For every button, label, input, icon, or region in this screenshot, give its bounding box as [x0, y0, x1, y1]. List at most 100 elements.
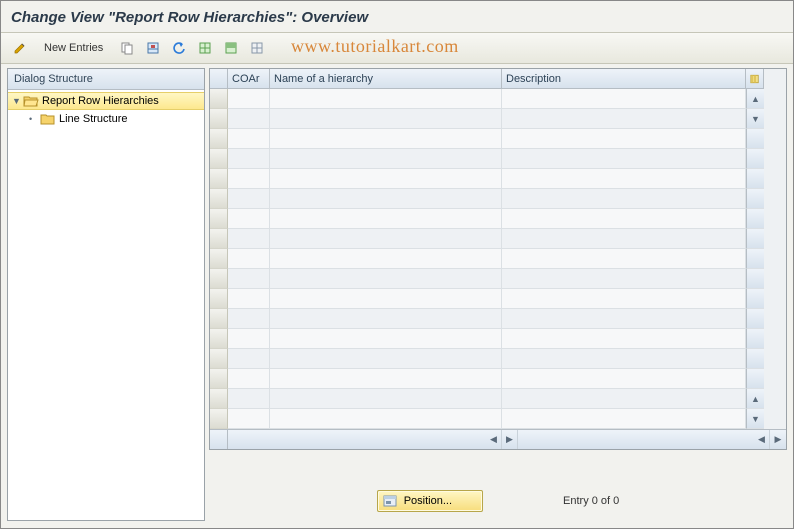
grid-cell[interactable] — [228, 289, 270, 309]
row-selector[interactable] — [210, 329, 228, 349]
grid-cell[interactable] — [228, 229, 270, 249]
grid-cell[interactable] — [502, 409, 746, 429]
row-selector[interactable] — [210, 109, 228, 129]
row-selector[interactable] — [210, 89, 228, 109]
scroll-down-icon[interactable]: ▼ — [746, 109, 764, 129]
grid-cell[interactable] — [228, 129, 270, 149]
row-selector[interactable] — [210, 189, 228, 209]
grid-cell[interactable] — [270, 209, 502, 229]
vscroll-track[interactable] — [746, 349, 764, 369]
scroll-left-icon[interactable]: ◀ — [486, 430, 502, 449]
row-selector[interactable] — [210, 269, 228, 289]
horizontal-scrollbar[interactable]: ◀ ▶ ◀ ▶ — [210, 429, 786, 449]
tree-item-line-structure[interactable]: • Line Structure — [8, 110, 204, 128]
grid-cell[interactable] — [270, 89, 502, 109]
grid-cell[interactable] — [502, 189, 746, 209]
vscroll-track[interactable] — [746, 289, 764, 309]
grid-cell[interactable] — [270, 329, 502, 349]
column-header[interactable]: COAr — [228, 69, 270, 89]
vscroll-track[interactable] — [746, 209, 764, 229]
vscroll-track[interactable] — [746, 229, 764, 249]
grid-cell[interactable] — [270, 389, 502, 409]
grid-cell[interactable] — [228, 89, 270, 109]
grid-cell[interactable] — [502, 389, 746, 409]
row-selector[interactable] — [210, 409, 228, 429]
grid-cell[interactable] — [502, 249, 746, 269]
grid-cell[interactable] — [228, 189, 270, 209]
undo-button[interactable] — [168, 37, 190, 59]
vscroll-track[interactable] — [746, 309, 764, 329]
grid-cell[interactable] — [270, 189, 502, 209]
grid-cell[interactable] — [502, 209, 746, 229]
grid-cell[interactable] — [502, 229, 746, 249]
grid-cell[interactable] — [270, 229, 502, 249]
row-selector[interactable] — [210, 309, 228, 329]
scroll-right-end-icon[interactable]: ▶ — [770, 430, 786, 449]
select-block-button[interactable] — [220, 37, 242, 59]
scroll-left-end-icon[interactable]: ◀ — [754, 430, 770, 449]
row-selector[interactable] — [210, 369, 228, 389]
vscroll-track[interactable] — [746, 329, 764, 349]
position-button[interactable]: Position... — [377, 490, 483, 512]
grid-cell[interactable] — [270, 409, 502, 429]
grid-cell[interactable] — [270, 309, 502, 329]
row-selector[interactable] — [210, 349, 228, 369]
grid-cell[interactable] — [270, 169, 502, 189]
grid-cell[interactable] — [502, 269, 746, 289]
grid-cell[interactable] — [228, 409, 270, 429]
grid-cell[interactable] — [228, 389, 270, 409]
select-all-button[interactable] — [194, 37, 216, 59]
row-selector[interactable] — [210, 129, 228, 149]
vscroll-track[interactable] — [746, 369, 764, 389]
scroll-right-icon[interactable]: ▶ — [502, 430, 518, 449]
grid-cell[interactable] — [270, 249, 502, 269]
row-selector[interactable] — [210, 289, 228, 309]
grid-cell[interactable] — [228, 309, 270, 329]
grid-cell[interactable] — [270, 149, 502, 169]
grid-cell[interactable] — [228, 269, 270, 289]
column-header[interactable]: Description — [502, 69, 746, 89]
vscroll-track[interactable] — [746, 129, 764, 149]
grid-cell[interactable] — [270, 369, 502, 389]
grid-cell[interactable] — [502, 369, 746, 389]
delete-button[interactable] — [142, 37, 164, 59]
grid-cell[interactable] — [228, 369, 270, 389]
row-selector[interactable] — [210, 229, 228, 249]
grid-cell[interactable] — [502, 309, 746, 329]
scroll-up-icon[interactable]: ▲ — [746, 89, 764, 109]
vscroll-track[interactable] — [746, 189, 764, 209]
row-selector[interactable] — [210, 169, 228, 189]
configure-columns-icon[interactable] — [746, 69, 764, 89]
grid-cell[interactable] — [502, 109, 746, 129]
grid-cell[interactable] — [502, 329, 746, 349]
scroll-up-end-icon[interactable]: ▲ — [746, 389, 764, 409]
grid-cell[interactable] — [228, 349, 270, 369]
grid-cell[interactable] — [270, 109, 502, 129]
vscroll-track[interactable] — [746, 269, 764, 289]
row-selector[interactable] — [210, 249, 228, 269]
grid-cell[interactable] — [270, 349, 502, 369]
grid-cell[interactable] — [502, 349, 746, 369]
vscroll-track[interactable] — [746, 149, 764, 169]
grid-cell[interactable] — [502, 289, 746, 309]
grid-cell[interactable] — [228, 249, 270, 269]
column-header[interactable]: Name of a hierarchy — [270, 69, 502, 89]
grid-cell[interactable] — [502, 169, 746, 189]
new-entries-button[interactable]: New Entries — [35, 37, 112, 59]
grid-cell[interactable] — [502, 129, 746, 149]
grid-cell[interactable] — [228, 329, 270, 349]
grid-cell[interactable] — [228, 209, 270, 229]
tree-item-report-row-hierarchies[interactable]: ▼ Report Row Hierarchies — [8, 92, 204, 110]
grid-cell[interactable] — [228, 149, 270, 169]
deselect-all-button[interactable] — [246, 37, 268, 59]
toggle-display-change-button[interactable] — [9, 37, 31, 59]
copy-as-button[interactable] — [116, 37, 138, 59]
grid-cell[interactable] — [502, 89, 746, 109]
grid-cell[interactable] — [228, 109, 270, 129]
row-selector[interactable] — [210, 389, 228, 409]
grid-cell[interactable] — [270, 289, 502, 309]
row-selector[interactable] — [210, 149, 228, 169]
grid-cell[interactable] — [270, 269, 502, 289]
grid-cell[interactable] — [270, 129, 502, 149]
vscroll-track[interactable] — [746, 169, 764, 189]
